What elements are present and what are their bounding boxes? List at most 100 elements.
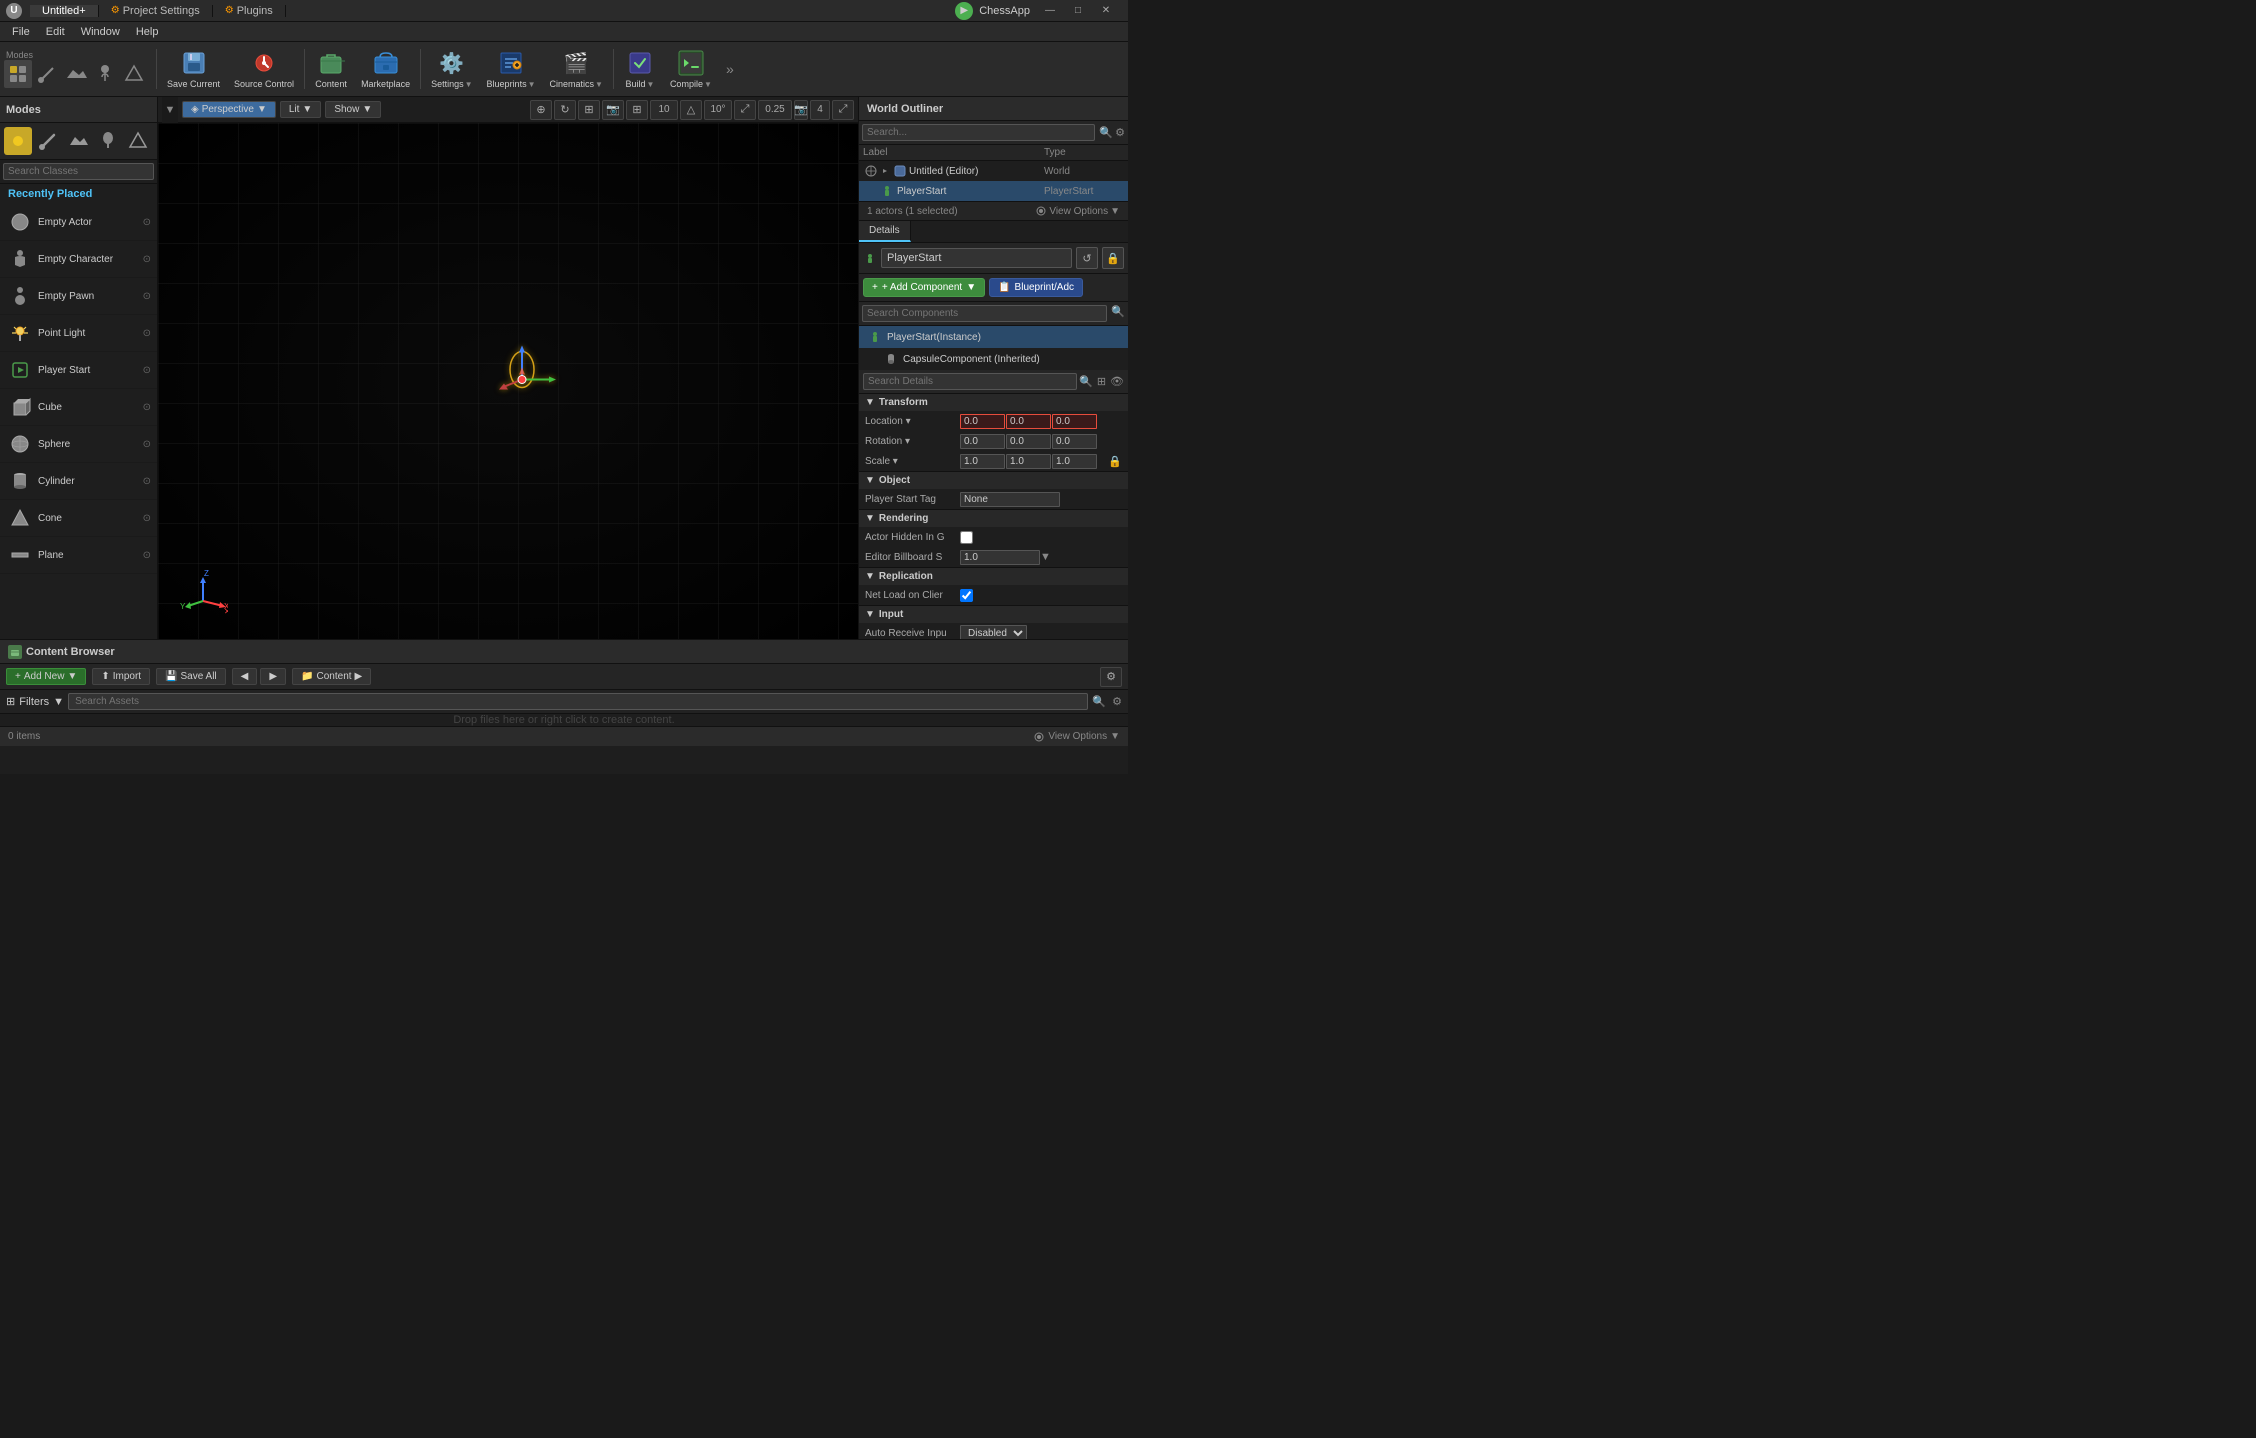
input-header[interactable]: ▼ Input	[859, 606, 1128, 623]
camera-icon-btn[interactable]: 📷	[602, 100, 624, 120]
snap-icon-btn[interactable]: △	[680, 100, 702, 120]
translate-icon-btn[interactable]: ⊕	[530, 100, 552, 120]
item-sphere[interactable]: Sphere ⊙	[0, 426, 157, 463]
placement-mode-icon[interactable]	[4, 127, 32, 155]
location-z-input[interactable]	[1052, 414, 1097, 429]
item-player-start[interactable]: Player Start ⊙	[0, 352, 157, 389]
replication-header[interactable]: ▼ Replication	[859, 568, 1128, 585]
rotate-icon-btn[interactable]: ↻	[554, 100, 576, 120]
wo-view-options[interactable]: View Options▼	[1035, 205, 1120, 217]
viewport-dropdown-button[interactable]: ▼	[162, 97, 178, 123]
perspective-button[interactable]: ◈ Perspective ▼	[182, 101, 276, 118]
cb-settings-icon[interactable]: ⚙	[1100, 667, 1122, 687]
scale-y-input[interactable]	[1006, 454, 1051, 469]
mode-geometry[interactable]	[120, 60, 148, 88]
show-button[interactable]: Show ▼	[325, 101, 381, 118]
editor-billboard-arrow[interactable]: ▼	[1040, 551, 1051, 563]
camera-speed-icon-btn[interactable]: 📷	[794, 100, 808, 120]
item-empty-character[interactable]: Empty Character ⊙	[0, 241, 157, 278]
rendering-header[interactable]: ▼ Rendering	[859, 510, 1128, 527]
save-all-button[interactable]: 💾 Save All	[156, 668, 226, 685]
compile-button[interactable]: Compile ▼	[664, 45, 718, 93]
blueprint-button[interactable]: 📋 Blueprint/Adc	[989, 278, 1083, 297]
lit-button[interactable]: Lit ▼	[280, 101, 321, 118]
component-search-input[interactable]	[862, 305, 1107, 322]
item-cone[interactable]: Cone ⊙	[0, 500, 157, 537]
add-new-button[interactable]: + Add New ▼	[6, 668, 86, 685]
scale-val-btn[interactable]: 0.25	[758, 100, 792, 120]
tab-plugins[interactable]: ⚙ Plugins	[213, 5, 286, 17]
world-outliner-options-icon[interactable]: ⚙	[1115, 126, 1125, 139]
menu-file[interactable]: File	[4, 22, 38, 41]
net-load-checkbox[interactable]	[960, 589, 973, 602]
actor-reset-button[interactable]: ↺	[1076, 247, 1098, 269]
wo-world-arrow[interactable]	[881, 167, 889, 175]
details-search-input[interactable]	[863, 373, 1077, 390]
world-outliner-search-input[interactable]	[862, 124, 1095, 141]
asset-search-input[interactable]	[68, 693, 1088, 710]
marketplace-button[interactable]: Marketplace	[355, 45, 416, 93]
mode-paint[interactable]	[33, 60, 61, 88]
scale-x-input[interactable]	[960, 454, 1005, 469]
build-button[interactable]: Build ▼	[618, 45, 662, 93]
item-empty-pawn[interactable]: Empty Pawn ⊙	[0, 278, 157, 315]
cb-view-options[interactable]: View Options▼	[1033, 731, 1120, 743]
close-button[interactable]: ✕	[1092, 0, 1120, 22]
item-cylinder[interactable]: Cylinder ⊙	[0, 463, 157, 500]
mode-foliage[interactable]	[91, 60, 119, 88]
geometry-mode-icon[interactable]	[124, 127, 152, 155]
scale-label[interactable]: Scale ▾	[865, 456, 960, 467]
mode-placement[interactable]	[4, 60, 32, 88]
details-grid-icon[interactable]: ⊞	[1097, 375, 1106, 388]
scale-lock-icon[interactable]: 🔒	[1108, 455, 1122, 468]
location-x-input[interactable]	[960, 414, 1005, 429]
content-path-button[interactable]: 📁 Content ▶	[292, 668, 371, 685]
landscape-mode-icon[interactable]	[64, 127, 92, 155]
player-start-tag-input[interactable]	[960, 492, 1060, 507]
maximize-button[interactable]: □	[1064, 0, 1092, 22]
scale-z-input[interactable]	[1052, 454, 1097, 469]
item-cube[interactable]: Cube ⊙	[0, 389, 157, 426]
category-recently-placed[interactable]: Recently Placed	[0, 184, 157, 204]
nav-forward-button[interactable]: ▶	[260, 668, 286, 685]
location-y-input[interactable]	[1006, 414, 1051, 429]
cinematics-button[interactable]: 🎬 Cinematics ▼	[544, 45, 609, 93]
nav-back-button[interactable]: ◀	[232, 668, 258, 685]
auto-receive-select[interactable]: Disabled	[960, 625, 1027, 639]
wo-item-playerstart[interactable]: PlayerStart PlayerStart	[859, 181, 1128, 201]
actor-lock-button[interactable]: 🔒	[1102, 247, 1124, 269]
comp-item-playerstart[interactable]: PlayerStart(Instance)	[859, 326, 1128, 348]
grid-val-btn[interactable]: 10	[650, 100, 678, 120]
viewport[interactable]: Z X Y ✕	[158, 123, 858, 639]
source-control-button[interactable]: Source Control	[228, 45, 300, 93]
tab-untitled[interactable]: Untitled+	[30, 5, 99, 17]
grid-icon-btn[interactable]: ⊞	[626, 100, 648, 120]
foliage-mode-icon[interactable]	[94, 127, 122, 155]
item-plane[interactable]: Plane ⊙	[0, 537, 157, 574]
minimize-button[interactable]: —	[1036, 0, 1064, 22]
comp-item-capsule[interactable]: CapsuleComponent (Inherited)	[859, 348, 1128, 370]
camera-speed-val-btn[interactable]: 4	[810, 100, 830, 120]
angle-val-btn[interactable]: 10°	[704, 100, 732, 120]
rotation-x-input[interactable]	[960, 434, 1005, 449]
import-button[interactable]: ⬆ Import	[92, 668, 150, 685]
editor-billboard-input[interactable]	[960, 550, 1040, 565]
actor-name-input[interactable]	[881, 248, 1072, 268]
content-button[interactable]: Content	[309, 45, 353, 93]
toolbar-expand-button[interactable]: »	[720, 45, 740, 93]
scale-tool-icon-btn[interactable]: ⤢	[734, 100, 756, 120]
menu-help[interactable]: Help	[128, 22, 167, 41]
asset-search-options[interactable]: ⚙	[1112, 695, 1122, 708]
maximize-viewport-btn[interactable]: ⤢	[832, 100, 854, 120]
mode-landscape[interactable]	[62, 60, 90, 88]
filters-button[interactable]: ⊞ Filters ▼	[6, 695, 64, 708]
paint-mode-icon[interactable]	[34, 127, 62, 155]
tab-project-settings[interactable]: ⚙ Project Settings	[99, 5, 213, 17]
save-current-button[interactable]: Save Current	[161, 45, 226, 93]
transform-header[interactable]: ▼ Transform	[859, 394, 1128, 411]
object-header[interactable]: ▼ Object	[859, 472, 1128, 489]
item-point-light[interactable]: Point Light ⊙	[0, 315, 157, 352]
rotation-label[interactable]: Rotation ▾	[865, 436, 960, 447]
settings-button[interactable]: ⚙️ Settings ▼	[425, 45, 478, 93]
tab-details[interactable]: Details	[859, 221, 911, 242]
